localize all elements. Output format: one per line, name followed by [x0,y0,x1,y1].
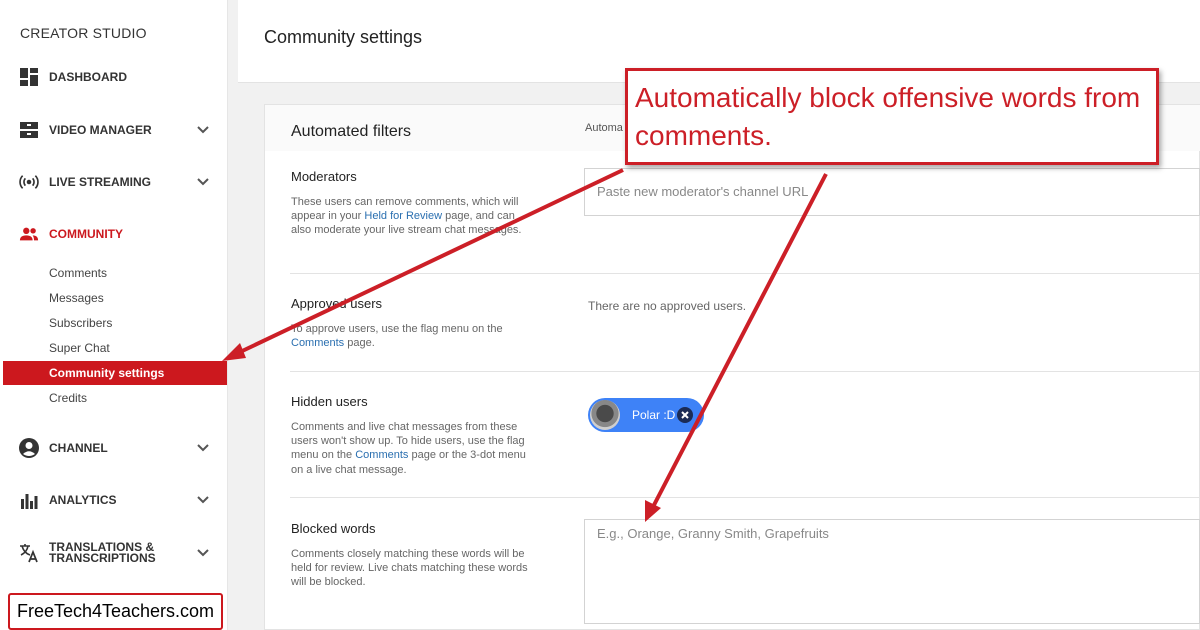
chevron-down-icon[interactable] [196,441,210,455]
sub-item-label: Community settings [49,366,165,380]
section-title: Blocked words [291,521,376,536]
nav-label: LIVE STREAMING [49,175,152,189]
sub-item-comments[interactable]: Comments [0,261,228,285]
sub-item-subscribers[interactable]: Subscribers [0,311,228,335]
translate-icon [19,543,39,563]
sub-item-community-settings[interactable]: Community settings [3,361,227,385]
card-title: Automated filters [291,123,412,140]
nav-analytics[interactable]: ANALYTICS [0,485,228,515]
watermark: FreeTech4Teachers.com [8,593,223,630]
nav-video-manager[interactable]: VIDEO MANAGER [0,115,228,145]
nav-label: ANALYTICS [49,493,117,507]
comments-link[interactable]: Comments [291,337,344,349]
section-description: Comments closely matching these words wi… [291,548,528,589]
sub-item-credits[interactable]: Credits [0,386,228,410]
held-for-review-link[interactable]: Held for Review [364,210,442,222]
divider [290,371,1200,372]
video-manager-icon [19,120,39,140]
avatar [590,400,620,430]
page-title: Community settings [264,27,423,47]
close-icon[interactable] [677,407,693,423]
chevron-down-icon[interactable] [196,493,210,507]
community-icon [19,224,39,244]
nav-label: CHANNEL [49,441,108,455]
divider [290,273,1200,274]
no-approved-users-text: There are no approved users. [588,299,747,313]
nav-label: VIDEO MANAGER [49,123,152,137]
sub-item-label: Comments [49,266,108,280]
section-title: Moderators [291,169,357,184]
channel-icon [19,438,39,458]
blocked-words-input[interactable]: E.g., Orange, Granny Smith, Grapefruits [584,519,1200,624]
nav-label: COMMUNITY [49,227,123,241]
section-description: To approve users, use the flag menu on t… [291,323,503,350]
hidden-user-chip[interactable]: Polar :D [588,398,704,432]
sub-item-super-chat[interactable]: Super Chat [0,336,228,360]
annotation-callout: Automatically block offensive words from… [625,68,1159,165]
sidebar: CREATOR STUDIO DASHBOARD VIDEO MANAGER L… [0,0,228,630]
automated-filters-label: Automa [585,122,623,134]
sub-item-label: Credits [49,391,88,405]
nav-live-streaming[interactable]: LIVE STREAMING [0,167,228,197]
section-title: Hidden users [291,394,368,409]
nav-label: DASHBOARD [49,70,127,84]
divider [290,497,1200,498]
section-title: Approved users [291,296,383,311]
chevron-down-icon[interactable] [196,123,210,137]
analytics-icon [19,490,39,510]
chevron-down-icon[interactable] [196,175,210,189]
nav-dashboard[interactable]: DASHBOARD [0,62,228,92]
nav-channel[interactable]: CHANNEL [0,433,228,463]
sub-item-label: Subscribers [49,316,113,330]
moderator-url-input[interactable]: Paste new moderator's channel URL [584,168,1200,216]
chip-label: Polar :D [632,408,676,422]
sub-item-label: Messages [49,291,104,305]
callout-text: Automatically block offensive words from… [635,82,1141,151]
section-description: Comments and live chat messages from the… [291,421,526,476]
comments-link[interactable]: Comments [355,449,408,461]
chevron-down-icon[interactable] [196,546,210,560]
sub-item-messages[interactable]: Messages [0,286,228,310]
nav-label: TRANSLATIONS & TRANSCRIPTIONS [49,540,156,565]
dashboard-icon [19,67,39,87]
nav-translations[interactable]: TRANSLATIONS & TRANSCRIPTIONS [0,538,228,568]
sub-item-label: Super Chat [49,341,110,355]
nav-community[interactable]: COMMUNITY [0,219,228,249]
brand-title: CREATOR STUDIO [20,25,147,41]
section-description: These users can remove comments, which w… [291,196,522,237]
live-streaming-icon [19,172,39,192]
